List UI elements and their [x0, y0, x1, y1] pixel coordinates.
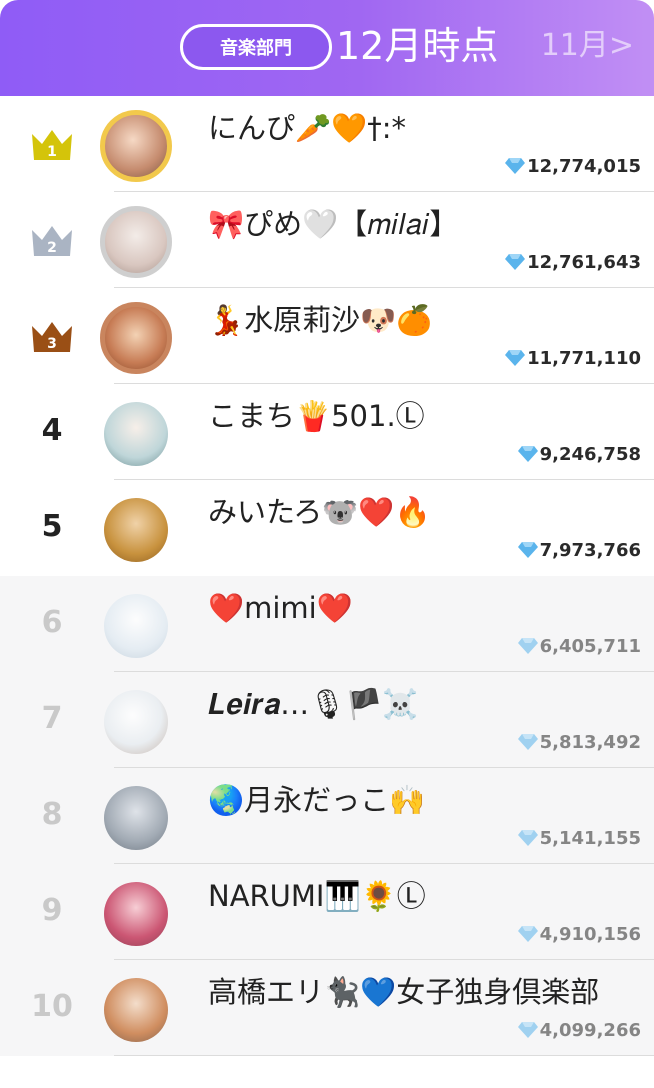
- streamer-name[interactable]: みいたろ🐨❤️🔥: [208, 492, 640, 532]
- ranking-row[interactable]: 7 𝑳𝒆𝒊𝒓𝒂…🎙🏴☠️ 5,813,492: [0, 672, 654, 768]
- avatar-image: [104, 882, 168, 946]
- rank-number: 5: [41, 509, 63, 544]
- diamond-gem-icon: [517, 1022, 538, 1038]
- ranking-list: 1 にんぴ🥕🧡†:* 12,774,015 2 🎀ぴめ🤍【𝑚𝑖𝑙𝑎𝑖】 12,7…: [0, 96, 654, 1056]
- streamer-name[interactable]: にんぴ🥕🧡†:*: [208, 108, 640, 148]
- streamer-name[interactable]: 高橋エリ🐈‍⬛💙女子独身倶楽部: [208, 972, 640, 1012]
- rank-number: 7: [41, 701, 63, 736]
- streamer-name[interactable]: 🌏月永だっこ🙌: [208, 780, 640, 820]
- ranking-row[interactable]: 9 NARUMI🎹🌻Ⓛ 4,910,156: [0, 864, 654, 960]
- avatar[interactable]: [104, 978, 168, 1042]
- diamond-gem-icon: [517, 926, 538, 942]
- crown-rank-label: 3: [47, 336, 57, 352]
- avatar[interactable]: [100, 302, 172, 374]
- score: 5,141,155: [517, 824, 641, 852]
- avatar-image: [104, 594, 168, 658]
- score: 6,405,711: [517, 632, 641, 660]
- diamond-gem-icon: [517, 446, 538, 462]
- streamer-name[interactable]: NARUMI🎹🌻Ⓛ: [208, 876, 640, 916]
- avatar[interactable]: [104, 786, 168, 850]
- score: 12,774,015: [505, 152, 641, 180]
- diamond-gem-icon: [517, 542, 538, 558]
- score-value: 5,813,492: [539, 731, 641, 753]
- score-value: 9,246,758: [539, 443, 641, 465]
- score-value: 6,405,711: [539, 635, 641, 657]
- ranking-header: 音楽部門 12月時点 11月>: [0, 0, 654, 96]
- score-value: 12,761,643: [527, 251, 641, 273]
- avatar[interactable]: [104, 498, 168, 562]
- ranking-row[interactable]: 1 にんぴ🥕🧡†:* 12,774,015: [0, 96, 654, 192]
- diamond-gem-icon: [517, 638, 538, 654]
- bronze-crown-icon: 3: [32, 322, 72, 352]
- avatar-image: [104, 690, 168, 754]
- silver-crown-icon: 2: [32, 226, 72, 256]
- crown-rank-label: 1: [47, 144, 57, 160]
- score: 7,973,766: [517, 536, 641, 564]
- ranking-row[interactable]: 6 ❤️mimi❤️ 6,405,711: [0, 576, 654, 672]
- category-tab-music[interactable]: 音楽部門: [180, 24, 332, 70]
- ranking-row[interactable]: 4 こまち🍟501.Ⓛ 9,246,758: [0, 384, 654, 480]
- rank-number: 10: [31, 989, 73, 1024]
- avatar[interactable]: [104, 690, 168, 754]
- ranking-row[interactable]: 3 💃水原莉沙🐶🍊 11,771,110: [0, 288, 654, 384]
- rank-number: 9: [41, 893, 63, 928]
- score: 12,761,643: [505, 248, 641, 276]
- diamond-gem-icon: [505, 158, 526, 174]
- rank-number: 6: [41, 605, 63, 640]
- gold-crown-icon: 1: [32, 130, 72, 160]
- ranking-row[interactable]: 5 みいたろ🐨❤️🔥 7,973,766: [0, 480, 654, 576]
- avatar-image: [100, 206, 172, 278]
- row-divider: [114, 1055, 654, 1056]
- rank-number: 4: [41, 413, 63, 448]
- rank-number: 8: [41, 797, 63, 832]
- streamer-name[interactable]: こまち🍟501.Ⓛ: [208, 396, 640, 436]
- score: 4,910,156: [517, 920, 641, 948]
- diamond-gem-icon: [517, 734, 538, 750]
- crown-rank-label: 2: [47, 240, 57, 256]
- avatar-image: [100, 110, 172, 182]
- score-value: 12,774,015: [527, 155, 641, 177]
- score: 4,099,266: [517, 1016, 641, 1044]
- avatar-image: [104, 498, 168, 562]
- avatar-image: [100, 302, 172, 374]
- score-value: 5,141,155: [539, 827, 641, 849]
- avatar[interactable]: [100, 206, 172, 278]
- score: 5,813,492: [517, 728, 641, 756]
- ranking-row[interactable]: 2 🎀ぴめ🤍【𝑚𝑖𝑙𝑎𝑖】 12,761,643: [0, 192, 654, 288]
- diamond-gem-icon: [517, 830, 538, 846]
- ranking-row[interactable]: 10 高橋エリ🐈‍⬛💙女子独身倶楽部 4,099,266: [0, 960, 654, 1056]
- score-value: 7,973,766: [539, 539, 641, 561]
- streamer-name[interactable]: 𝑳𝒆𝒊𝒓𝒂…🎙🏴☠️: [208, 684, 640, 724]
- avatar[interactable]: [104, 882, 168, 946]
- avatar[interactable]: [100, 110, 172, 182]
- streamer-name[interactable]: 💃水原莉沙🐶🍊: [208, 300, 640, 340]
- diamond-gem-icon: [505, 254, 526, 270]
- ranking-row[interactable]: 8 🌏月永だっこ🙌 5,141,155: [0, 768, 654, 864]
- avatar-image: [104, 978, 168, 1042]
- previous-month-link[interactable]: 11月>: [541, 26, 634, 66]
- diamond-gem-icon: [505, 350, 526, 366]
- score: 11,771,110: [505, 344, 641, 372]
- avatar-image: [104, 402, 168, 466]
- avatar-image: [104, 786, 168, 850]
- score-value: 4,099,266: [539, 1019, 641, 1041]
- score: 9,246,758: [517, 440, 641, 468]
- avatar[interactable]: [104, 402, 168, 466]
- score-value: 4,910,156: [539, 923, 641, 945]
- current-month-title: 12月時点: [336, 24, 499, 68]
- score-value: 11,771,110: [527, 347, 641, 369]
- streamer-name[interactable]: 🎀ぴめ🤍【𝑚𝑖𝑙𝑎𝑖】: [208, 204, 640, 244]
- avatar[interactable]: [104, 594, 168, 658]
- streamer-name[interactable]: ❤️mimi❤️: [208, 588, 640, 628]
- ranking-card: 音楽部門 12月時点 11月> 1 にんぴ🥕🧡†:* 12,774,015 2: [0, 0, 654, 1088]
